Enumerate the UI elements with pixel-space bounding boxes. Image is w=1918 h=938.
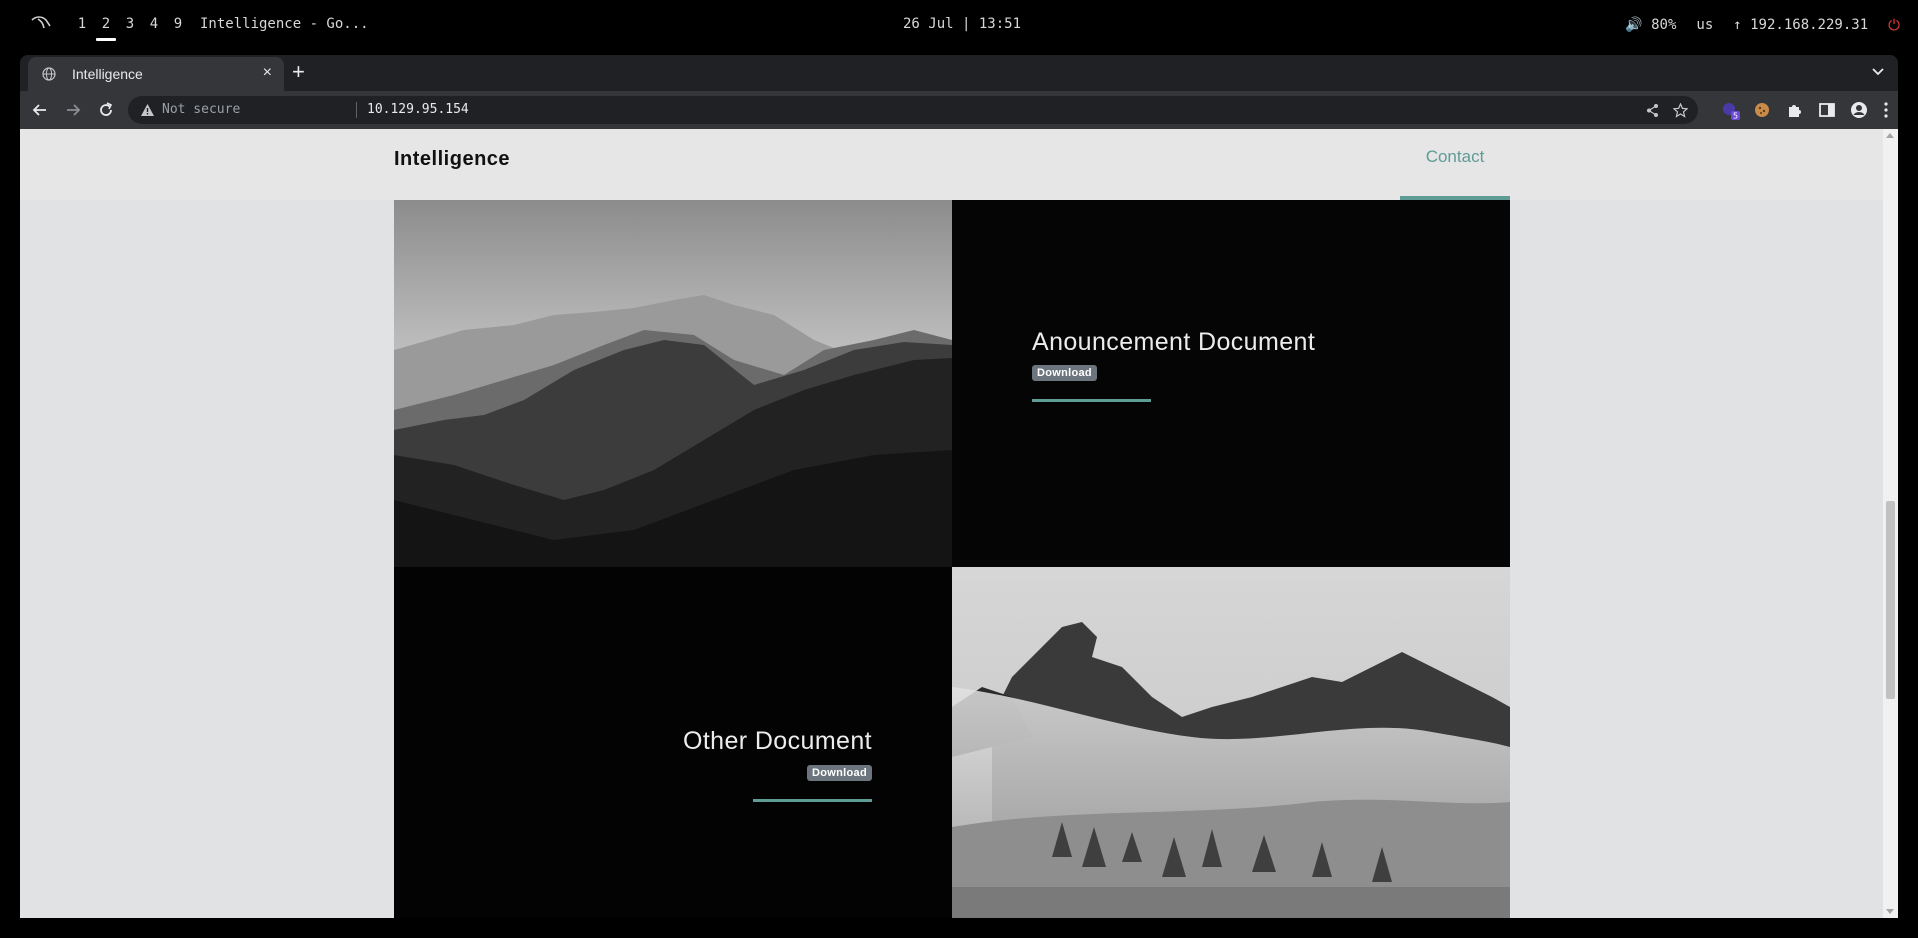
volume-indicator[interactable]: 🔊 80% bbox=[1625, 17, 1676, 33]
nav-contact-link[interactable]: Contact bbox=[1400, 129, 1510, 200]
other-download-button[interactable]: Download bbox=[807, 765, 872, 781]
scroll-down-arrow-icon[interactable] bbox=[1886, 909, 1894, 914]
warning-triangle-icon[interactable] bbox=[140, 103, 155, 117]
tab-intelligence[interactable]: Intelligence × bbox=[28, 57, 284, 91]
tab-close-button[interactable]: × bbox=[263, 64, 272, 82]
page-viewport: Intelligence Contact Anouncement Documen… bbox=[20, 129, 1898, 918]
share-icon[interactable] bbox=[1645, 103, 1660, 118]
workspace-4[interactable]: 4 bbox=[142, 16, 166, 32]
forward-arrow-icon[interactable] bbox=[63, 100, 83, 120]
active-window-title: Intelligence - Go... bbox=[200, 16, 369, 32]
puzzle-extensions-icon[interactable] bbox=[1785, 100, 1805, 120]
omnibox-divider bbox=[356, 102, 357, 118]
new-tab-button[interactable]: + bbox=[292, 59, 305, 85]
mountain-ridge-image bbox=[394, 200, 952, 567]
side-panel-icon[interactable] bbox=[1817, 100, 1837, 120]
other-accent-rule bbox=[753, 799, 872, 802]
extension-badge-icon[interactable]: 5 bbox=[1720, 100, 1740, 120]
scrollbar-thumb[interactable] bbox=[1886, 501, 1895, 699]
back-arrow-icon[interactable] bbox=[30, 100, 50, 120]
site-brand[interactable]: Intelligence bbox=[394, 148, 510, 171]
browser-window: Intelligence × + Not secure 10.129.95.15… bbox=[20, 55, 1898, 918]
browser-toolbar: Not secure 10.129.95.154 5 bbox=[20, 91, 1898, 129]
system-top-bar: 1 2 3 4 9 Intelligence - Go... 26 Jul | … bbox=[0, 0, 1918, 50]
kebab-menu-icon[interactable] bbox=[1876, 100, 1896, 120]
power-icon[interactable]: ⏻ bbox=[1888, 16, 1900, 34]
url-text[interactable]: 10.129.95.154 bbox=[367, 102, 469, 117]
workspace-2[interactable]: 2 bbox=[94, 16, 118, 41]
workspace-1[interactable]: 1 bbox=[70, 16, 94, 32]
kali-dragon-icon[interactable] bbox=[30, 14, 52, 32]
announcement-download-button[interactable]: Download bbox=[1032, 365, 1097, 381]
announcement-accent-rule bbox=[1032, 399, 1151, 402]
documents-grid: Anouncement Document Download Other Docu… bbox=[394, 200, 1510, 918]
nav-contact-label: Contact bbox=[1425, 147, 1485, 166]
address-bar[interactable]: Not secure 10.129.95.154 bbox=[128, 96, 1698, 124]
chevron-down-icon[interactable] bbox=[1870, 63, 1886, 79]
clock: 26 Jul | 13:51 bbox=[903, 16, 1022, 32]
system-tray: 🔊 80% us ↑ 192.168.229.31 ⏻ bbox=[1625, 16, 1900, 34]
profile-avatar-icon[interactable] bbox=[1849, 100, 1869, 120]
tab-strip: Intelligence × + bbox=[20, 55, 1898, 91]
other-document-title: Other Document bbox=[682, 727, 872, 755]
workspace-3[interactable]: 3 bbox=[118, 16, 142, 32]
scroll-up-arrow-icon[interactable] bbox=[1886, 133, 1894, 138]
cookie-extension-icon[interactable] bbox=[1752, 100, 1772, 120]
page-scrollbar[interactable] bbox=[1883, 129, 1898, 918]
extension-badge-count: 5 bbox=[1733, 112, 1738, 121]
announcement-document-title: Anouncement Document bbox=[1032, 328, 1316, 356]
ip-address: ↑ 192.168.229.31 bbox=[1733, 17, 1869, 33]
workspace-9[interactable]: 9 bbox=[166, 16, 190, 32]
security-label[interactable]: Not secure bbox=[162, 102, 240, 117]
foggy-mountain-image bbox=[952, 567, 1510, 918]
bookmark-star-icon[interactable] bbox=[1673, 103, 1688, 118]
site-navbar: Intelligence Contact bbox=[20, 129, 1883, 200]
tab-title: Intelligence bbox=[72, 66, 143, 82]
other-document-card: Other Document Download bbox=[394, 567, 952, 918]
keyboard-layout[interactable]: us bbox=[1696, 17, 1713, 33]
globe-icon bbox=[42, 67, 56, 81]
announcement-document-card: Anouncement Document Download bbox=[952, 200, 1510, 567]
workspace-switcher: 1 2 3 4 9 bbox=[70, 16, 190, 41]
reload-icon[interactable] bbox=[96, 100, 116, 120]
